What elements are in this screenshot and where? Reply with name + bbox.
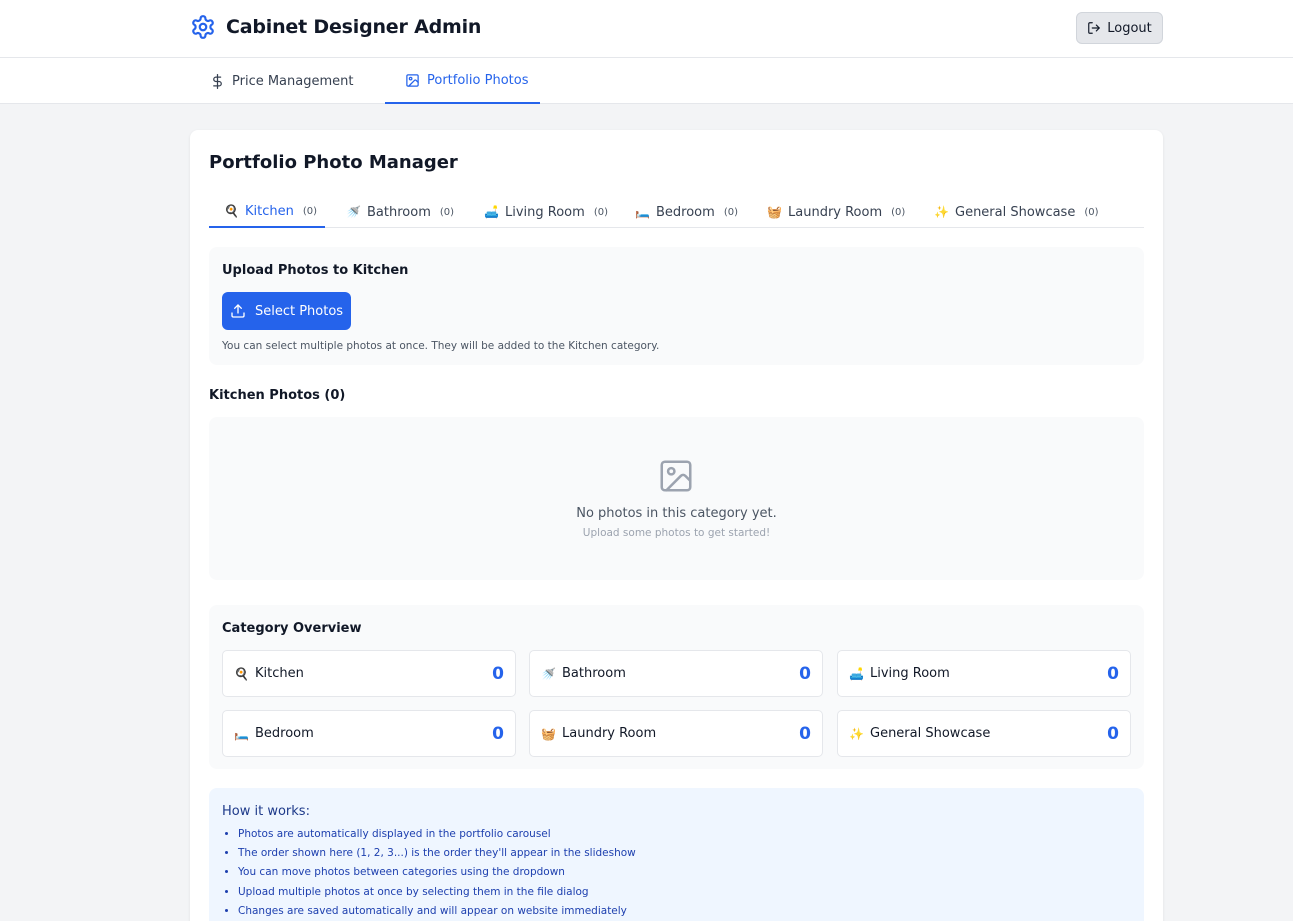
upload-title: Upload Photos to Kitchen xyxy=(222,263,409,278)
bedroom-icon: 🛏️ xyxy=(234,726,249,741)
sparkles-icon: ✨ xyxy=(849,726,864,741)
kitchen-icon: 🍳 xyxy=(224,204,239,218)
photo-manager-card: Portfolio Photo Manager 🍳 Kitchen (0) 🚿 … xyxy=(190,130,1163,921)
category-tabs: 🍳 Kitchen (0) 🚿 Bathroom (0) 🛋️ Living R… xyxy=(209,196,1144,228)
tab-portfolio-photos[interactable]: Portfolio Photos xyxy=(385,58,540,104)
overview-item-bedroom: 🛏️ Bedroom 0 xyxy=(222,710,516,757)
image-icon xyxy=(406,73,419,87)
image-placeholder-icon xyxy=(660,460,692,492)
category-tab-count: (0) xyxy=(302,205,318,217)
living-room-icon: 🛋️ xyxy=(849,666,864,681)
how-it-works: How it works: Photos are automatically d… xyxy=(209,788,1144,921)
bathroom-icon: 🚿 xyxy=(541,666,556,681)
how-title: How it works: xyxy=(222,804,310,819)
overview-label: Bedroom xyxy=(255,726,314,741)
overview-label: Kitchen xyxy=(255,666,304,681)
upload-icon xyxy=(231,304,245,318)
bedroom-icon: 🛏️ xyxy=(635,205,650,219)
overview-item-living-room: 🛋️ Living Room 0 xyxy=(837,650,1131,697)
category-tab-count: (0) xyxy=(891,206,906,218)
category-tab-label: Bathroom xyxy=(367,204,431,220)
laundry-icon: 🧺 xyxy=(767,205,782,219)
upload-hint: You can select multiple photos at once. … xyxy=(222,340,660,352)
brand: Cabinet Designer Admin xyxy=(190,14,481,40)
list-item: The order shown here (1, 2, 3...) is the… xyxy=(238,846,636,865)
select-photos-button[interactable]: Select Photos xyxy=(222,292,351,330)
app-header: Cabinet Designer Admin Logout xyxy=(0,0,1293,58)
overview-count: 0 xyxy=(799,663,811,684)
logout-icon xyxy=(1088,22,1101,34)
tab-label: Portfolio Photos xyxy=(427,72,529,88)
overview-item-kitchen: 🍳 Kitchen 0 xyxy=(222,650,516,697)
gear-icon xyxy=(192,15,214,39)
overview-title: Category Overview xyxy=(222,621,362,636)
app-title: Cabinet Designer Admin xyxy=(226,16,482,38)
category-tab-general-showcase[interactable]: ✨ General Showcase (0) xyxy=(934,196,1099,228)
list-item: Changes are saved automatically and will… xyxy=(238,904,636,921)
overview-label: Laundry Room xyxy=(562,726,657,741)
overview-count: 0 xyxy=(1107,723,1119,744)
category-tab-label: Kitchen xyxy=(245,203,294,219)
page-title: Portfolio Photo Manager xyxy=(209,152,458,173)
category-tab-kitchen[interactable]: 🍳 Kitchen (0) xyxy=(209,196,325,228)
category-overview: Category Overview 🍳 Kitchen 0 🚿 Bathroom… xyxy=(209,605,1144,769)
list-item: You can move photos between categories u… xyxy=(238,865,636,884)
logout-label: Logout xyxy=(1107,20,1152,36)
logout-button[interactable]: Logout xyxy=(1076,12,1163,44)
laundry-icon: 🧺 xyxy=(541,726,556,741)
category-tab-bedroom[interactable]: 🛏️ Bedroom (0) xyxy=(635,196,738,228)
dollar-icon xyxy=(213,73,222,89)
category-tab-label: General Showcase xyxy=(955,204,1076,220)
category-tab-count: (0) xyxy=(723,206,738,218)
category-tab-laundry-room[interactable]: 🧺 Laundry Room (0) xyxy=(767,196,905,228)
category-tab-count: (0) xyxy=(439,206,455,218)
category-tab-label: Laundry Room xyxy=(788,204,883,220)
category-tab-living-room[interactable]: 🛋️ Living Room (0) xyxy=(484,196,608,228)
overview-label: Living Room xyxy=(870,666,950,681)
category-tab-label: Living Room xyxy=(505,204,585,220)
select-photos-label: Select Photos xyxy=(254,303,344,319)
tab-label: Price Management xyxy=(232,73,354,89)
bathroom-icon: 🚿 xyxy=(346,205,361,219)
list-item: Photos are automatically displayed in th… xyxy=(238,827,636,846)
category-tab-bathroom[interactable]: 🚿 Bathroom (0) xyxy=(346,196,454,228)
overview-count: 0 xyxy=(799,723,811,744)
tab-price-management[interactable]: Price Management xyxy=(210,58,360,104)
kitchen-icon: 🍳 xyxy=(234,666,249,681)
overview-count: 0 xyxy=(1107,663,1119,684)
living-room-icon: 🛋️ xyxy=(484,205,499,219)
upload-section: Upload Photos to Kitchen Select Photos Y… xyxy=(209,247,1144,365)
overview-item-general-showcase: ✨ General Showcase 0 xyxy=(837,710,1131,757)
empty-state: No photos in this category yet. Upload s… xyxy=(209,417,1144,580)
overview-count: 0 xyxy=(492,723,504,744)
photos-title: Kitchen Photos (0) xyxy=(209,388,346,403)
category-tab-count: (0) xyxy=(1084,206,1099,218)
main-nav: Price Management Portfolio Photos xyxy=(0,58,1293,104)
overview-item-laundry-room: 🧺 Laundry Room 0 xyxy=(529,710,823,757)
overview-label: Bathroom xyxy=(562,666,626,681)
overview-label: General Showcase xyxy=(870,726,991,741)
overview-count: 0 xyxy=(492,663,504,684)
empty-message: No photos in this category yet. xyxy=(576,506,777,521)
empty-submessage: Upload some photos to get started! xyxy=(582,527,771,539)
list-item: Upload multiple photos at once by select… xyxy=(238,885,636,904)
how-list: Photos are automatically displayed in th… xyxy=(238,827,636,921)
sparkles-icon: ✨ xyxy=(934,205,949,219)
category-tab-count: (0) xyxy=(593,206,608,218)
overview-item-bathroom: 🚿 Bathroom 0 xyxy=(529,650,823,697)
category-tab-label: Bedroom xyxy=(656,204,715,220)
